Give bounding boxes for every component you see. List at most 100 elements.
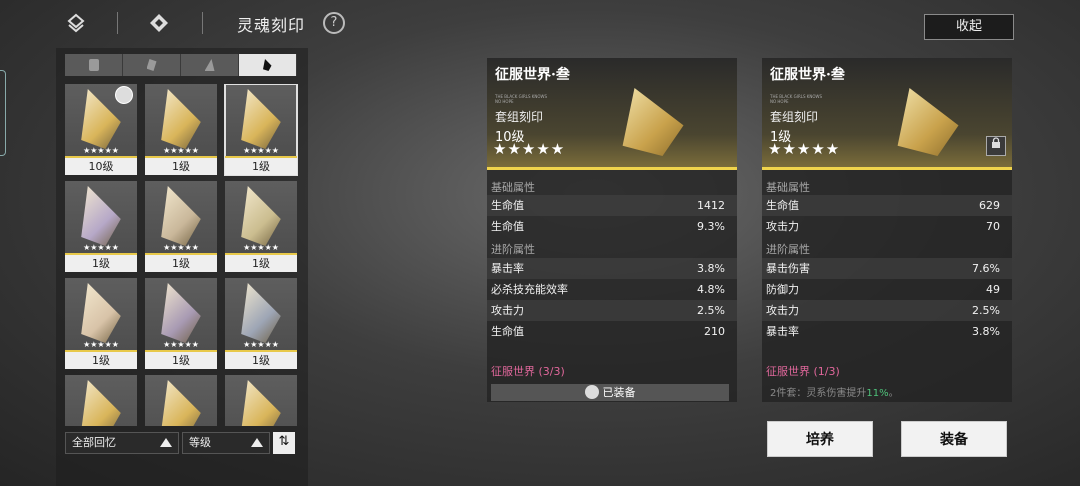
stat-row: 生命值 1412 [487, 195, 737, 216]
imprint-thumbnail [81, 186, 121, 246]
stat-row: 攻击力 2.5% [487, 300, 737, 321]
imprint-type: 套组刻印 [495, 110, 544, 124]
set-bonus-name: 征服世界 (1/3) [766, 365, 840, 378]
imprint-thumbnail [161, 89, 201, 149]
advanced-stats-label: 进阶属性 [766, 243, 810, 256]
avatar [115, 86, 133, 104]
stat-name: 攻击力 [491, 304, 524, 317]
slot-shape-2-icon [146, 59, 157, 71]
filter-dropdown[interactable]: 全部回忆 [65, 432, 179, 454]
card-stars: ★★★★★ [243, 243, 279, 252]
stat-name: 暴击伤害 [766, 262, 810, 275]
card-stars: ★★★★★ [243, 340, 279, 349]
triangle-up-icon [251, 438, 263, 447]
stat-name: 生命值 [491, 220, 524, 233]
stat-row: 暴击率 3.8% [487, 258, 737, 279]
stat-name: 暴击率 [766, 325, 799, 338]
equipped-badge: 已装备 [491, 384, 729, 401]
imprint-stars: ★★★★★ [768, 140, 841, 158]
card-level: 1级 [225, 255, 297, 272]
top-bar: 灵魂刻印 ? 收起 [0, 0, 1080, 48]
slot-shape-3-icon [204, 59, 215, 71]
imprint-card[interactable] [145, 375, 217, 426]
imprint-name: 征服世界·叁 [495, 67, 570, 83]
top-divider [202, 12, 203, 34]
imprint-card[interactable]: ★★★★★ 1级 [224, 84, 298, 176]
card-stars: ★★★★★ [163, 340, 199, 349]
filter-tab-shape-3[interactable] [181, 54, 239, 76]
imprint-thumbnail [161, 283, 201, 343]
shape-filter-tabs [65, 54, 297, 76]
imprint-thumbnail [241, 380, 281, 426]
imprint-thumbnail [161, 380, 201, 426]
triangle-up-icon [160, 438, 172, 447]
stat-row: 生命值 629 [762, 195, 1012, 216]
stat-name: 生命值 [491, 199, 524, 212]
avatar [584, 385, 599, 399]
imprint-card[interactable] [225, 375, 297, 426]
card-stars: ★★★★★ [83, 243, 119, 252]
filter-label: 全部回忆 [72, 436, 116, 449]
back-icon[interactable] [64, 12, 88, 36]
imprint-grid: ★★★★★ 10级 ★★★★★ 1级 ★★★★★ 1级 ★★★★★ 1级 ★★★★★ 1级 ★★★★… [65, 84, 301, 426]
stat-name: 攻击力 [766, 304, 799, 317]
card-level: 1级 [145, 158, 217, 175]
imprint-thumbnail [241, 283, 281, 343]
stat-value: 210 [704, 325, 725, 338]
stat-value: 2.5% [972, 304, 1000, 317]
side-drawer-handle[interactable] [0, 70, 6, 156]
card-level: 1级 [145, 352, 217, 369]
imprint-card[interactable]: ★★★★★ 1级 [65, 181, 137, 272]
imprint-card[interactable]: ★★★★★ 1级 [145, 84, 217, 175]
page-title: 灵魂刻印 [237, 16, 306, 35]
imprint-artwork [897, 88, 959, 156]
card-stars: ★★★★★ [163, 243, 199, 252]
card-stars: ★★★★★ [83, 146, 119, 155]
lock-icon[interactable] [986, 136, 1006, 156]
stat-value: 4.8% [697, 283, 725, 296]
card-level: 1级 [225, 352, 297, 369]
imprint-card[interactable]: ★★★★★ 1级 [145, 278, 217, 369]
imprint-card[interactable]: ★★★★★ 1级 [65, 278, 137, 369]
stat-row: 攻击力 70 [762, 216, 1012, 237]
base-stats-label: 基础属性 [766, 181, 810, 194]
stat-value: 70 [986, 220, 1000, 233]
imprint-card[interactable]: ★★★★★ 10级 [65, 84, 137, 175]
stat-row: 攻击力 2.5% [762, 300, 1012, 321]
equip-button[interactable]: 装备 [901, 421, 1007, 457]
home-icon[interactable] [147, 12, 171, 36]
filter-tab-shape-2[interactable] [123, 54, 181, 76]
stat-value: 3.8% [697, 262, 725, 275]
sort-dropdown[interactable]: 等级 [182, 432, 270, 454]
card-level: 1级 [225, 158, 297, 175]
top-divider [117, 12, 118, 34]
stat-value: 3.8% [972, 325, 1000, 338]
selected-imprint-detail: 征服世界·叁 THE BLACK GIRLS KNOWS NO HOPE 套组刻… [762, 58, 1012, 402]
imprint-inventory-panel: ★★★★★ 10级 ★★★★★ 1级 ★★★★★ 1级 ★★★★★ 1级 ★★★★★ 1级 ★★★★… [56, 48, 308, 486]
help-icon[interactable]: ? [323, 12, 345, 34]
imprint-card[interactable]: ★★★★★ 1级 [225, 181, 297, 272]
imprint-card[interactable]: ★★★★★ 1级 [145, 181, 217, 272]
filter-tab-shape-1[interactable] [65, 54, 123, 76]
sort-order-toggle-icon[interactable]: ⇅ [273, 432, 295, 454]
slot-shape-4-icon [263, 59, 272, 71]
stat-name: 攻击力 [766, 220, 799, 233]
card-level: 1级 [65, 255, 137, 272]
card-stars: ★★★★★ [83, 340, 119, 349]
imprint-card[interactable]: ★★★★★ 1级 [225, 278, 297, 369]
imprint-type: 套组刻印 [770, 110, 819, 124]
set-bonus-description: 2件套：灵系伤害提升11%。 [770, 384, 899, 399]
set-bonus-suffix: 。 [888, 388, 899, 399]
filter-tab-shape-4[interactable] [239, 54, 297, 76]
collapse-button[interactable]: 收起 [924, 14, 1014, 40]
imprint-flavor-text: THE BLACK GIRLS KNOWS NO HOPE [495, 94, 548, 104]
imprint-stars: ★★★★★ [493, 140, 566, 158]
stat-value: 9.3% [697, 220, 725, 233]
detail-header: 征服世界·叁 THE BLACK GIRLS KNOWS NO HOPE 套组刻… [487, 58, 737, 170]
cultivate-button[interactable]: 培养 [767, 421, 873, 457]
imprint-thumbnail [161, 186, 201, 246]
imprint-card[interactable] [65, 375, 137, 426]
set-bonus-value: 11% [866, 388, 889, 399]
stat-name: 防御力 [766, 283, 799, 296]
card-level: 1级 [65, 352, 137, 369]
